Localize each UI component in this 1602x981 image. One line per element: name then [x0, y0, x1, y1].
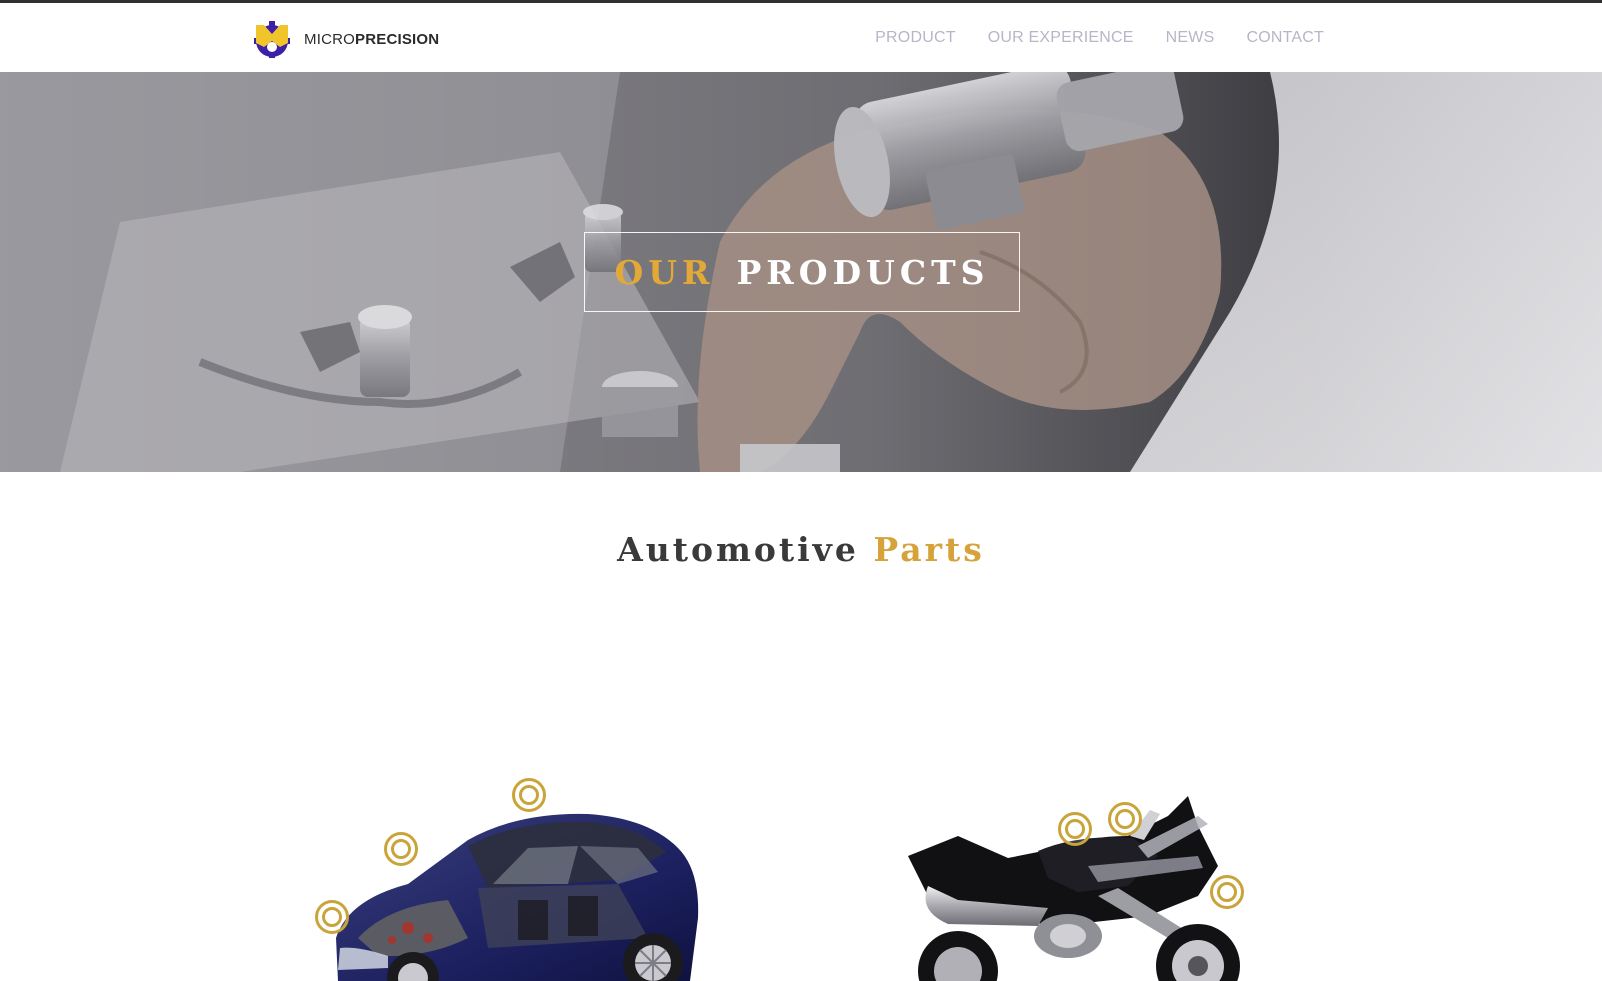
- car-hotspot-roof[interactable]: [512, 778, 546, 812]
- hero-title-main: PRODUCTS: [736, 252, 990, 292]
- brand-name: MICROPRECISION: [304, 31, 439, 48]
- nav-our-experience[interactable]: OUR EXPERIENCE: [988, 29, 1134, 47]
- moto-hotspot-tank[interactable]: [1058, 812, 1092, 846]
- car-hotspot-front[interactable]: [315, 900, 349, 934]
- brand-logo-link[interactable]: MICROPRECISION: [252, 18, 439, 60]
- hero-title-accent: OUR: [614, 252, 715, 292]
- section-title-main: Automotive: [617, 530, 859, 569]
- brand-name-light: MICRO: [304, 30, 355, 48]
- moto-hotspot-front-wheel[interactable]: [1210, 875, 1244, 909]
- car-hotspot-hood[interactable]: [384, 832, 418, 866]
- nav-product[interactable]: PRODUCT: [875, 29, 956, 47]
- car-cutaway-icon: [336, 813, 699, 981]
- section-title-accent: Parts: [873, 530, 985, 569]
- nav-contact[interactable]: CONTACT: [1246, 29, 1324, 47]
- moto-hotspot-windscreen[interactable]: [1108, 802, 1142, 836]
- car-image[interactable]: [315, 778, 718, 981]
- hero-title: OUR PRODUCTS: [615, 253, 990, 292]
- main-nav: PRODUCT OUR EXPERIENCE NEWS CONTACT: [843, 3, 1324, 72]
- navbar: MICROPRECISION PRODUCT OUR EXPERIENCE NE…: [0, 3, 1602, 72]
- hero-banner: OUR PRODUCTS: [0, 72, 1602, 472]
- nav-news[interactable]: NEWS: [1166, 29, 1215, 47]
- motorcycle-image[interactable]: [898, 796, 1278, 981]
- hero-title-box: OUR PRODUCTS: [584, 232, 1020, 312]
- section-title: Automotive Parts: [0, 530, 1602, 569]
- gear-m-logo-icon: [254, 21, 290, 58]
- brand-name-bold: PRECISION: [355, 30, 440, 48]
